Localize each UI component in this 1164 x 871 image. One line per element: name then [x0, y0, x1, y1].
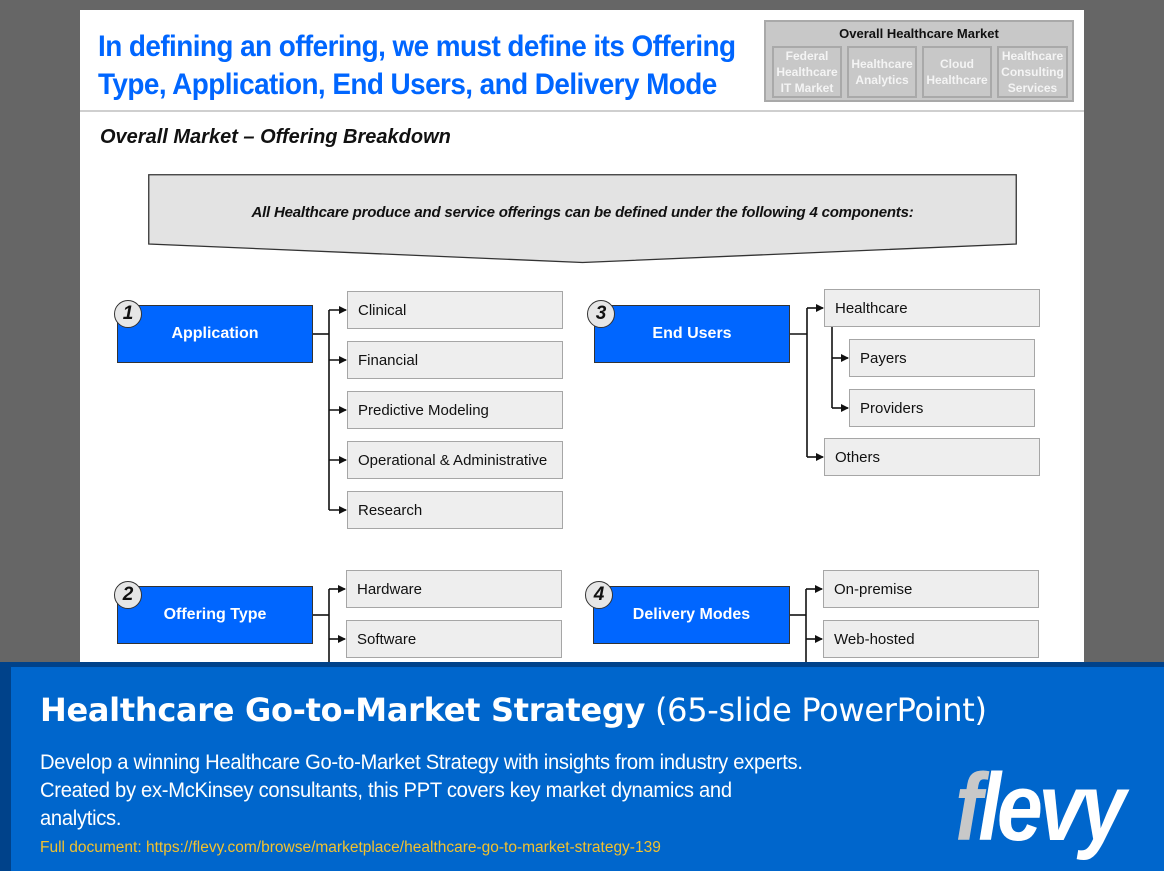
segment-line: Healthcare — [776, 65, 838, 79]
segment-line: Services — [1007, 81, 1058, 95]
promo-banner: Healthcare Go-to-Market Strategy (65-sli… — [11, 667, 1164, 871]
segment-line: IT Market — [780, 81, 834, 95]
segment-line: Analytics — [855, 73, 909, 87]
segment-line: Healthcare — [1001, 49, 1064, 63]
slide: In defining an offering, we must define … — [80, 10, 1084, 670]
item-providers: Providers — [849, 389, 1035, 427]
item-operational-administrative: Operational & Administrative — [347, 441, 563, 479]
number-badge: 4 — [585, 581, 613, 609]
item-clinical: Clinical — [347, 291, 563, 329]
banner-text: All Healthcare produce and service offer… — [251, 204, 914, 221]
document-title: Healthcare Go-to-Market Strategy (65-sli… — [40, 691, 987, 729]
component-label: Offering Type — [163, 606, 267, 623]
market-segment-analytics: Healthcare Analytics — [847, 46, 917, 98]
market-segment-consulting: Healthcare Consulting Services — [997, 46, 1068, 98]
item-web-hosted: Web-hosted — [823, 620, 1039, 658]
market-box-title: Overall Healthcare Market — [839, 26, 999, 41]
item-financial: Financial — [347, 341, 563, 379]
promo-footer: Healthcare Go-to-Market Strategy (65-sli… — [0, 662, 1164, 871]
document-title-meta: (65-slide PowerPoint) — [645, 691, 987, 729]
segment-line: Healthcare — [926, 73, 988, 87]
overall-market-box: Overall Healthcare Market Federal Healthc… — [764, 20, 1074, 102]
title-divider — [80, 110, 1084, 112]
item-research: Research — [347, 491, 563, 529]
slide-title: In defining an offering, we must define … — [98, 28, 736, 104]
number-badge: 1 — [114, 300, 142, 328]
item-others: Others — [824, 438, 1040, 476]
component-delivery-modes: Delivery Modes — [593, 586, 790, 644]
market-segment-cloud: Cloud Healthcare — [922, 46, 992, 98]
segment-line: Consulting — [1001, 65, 1064, 79]
item-payers: Payers — [849, 339, 1035, 377]
number-badge: 3 — [587, 300, 615, 328]
logo-letter-f: f — [955, 754, 982, 861]
item-software: Software — [346, 620, 562, 658]
component-end-users: End Users — [594, 305, 790, 363]
document-title-main: Healthcare Go-to-Market Strategy — [40, 691, 646, 729]
segment-line: Federal — [785, 49, 829, 63]
component-offering-type: Offering Type — [117, 586, 313, 644]
item-healthcare: Healthcare — [824, 289, 1040, 327]
section-subtitle: Overall Market – Offering Breakdown — [100, 126, 451, 148]
item-on-premise: On-premise — [823, 570, 1039, 608]
component-label: End Users — [652, 325, 732, 342]
number-badge: 2 — [114, 581, 142, 609]
logo-letters: levy — [978, 754, 1126, 861]
slide-title-line-1: In defining an offering, we must define … — [98, 30, 736, 63]
slide-title-line-2: Type, Application, End Users, and Delive… — [98, 68, 717, 101]
segment-line: Cloud — [940, 57, 974, 71]
flevy-logo[interactable]: flevy — [955, 760, 1126, 856]
component-label: Application — [171, 325, 259, 342]
segment-line: Healthcare — [851, 57, 913, 71]
full-document-link[interactable]: Full document: https://flevy.com/browse/… — [40, 839, 661, 857]
market-segment-federal-it: Federal Healthcare IT Market — [772, 46, 842, 98]
component-label: Delivery Modes — [632, 606, 751, 623]
item-hardware: Hardware — [346, 570, 562, 608]
item-predictive-modeling: Predictive Modeling — [347, 391, 563, 429]
component-application: Application — [117, 305, 313, 363]
document-description: Develop a winning Healthcare Go-to-Marke… — [40, 751, 803, 830]
